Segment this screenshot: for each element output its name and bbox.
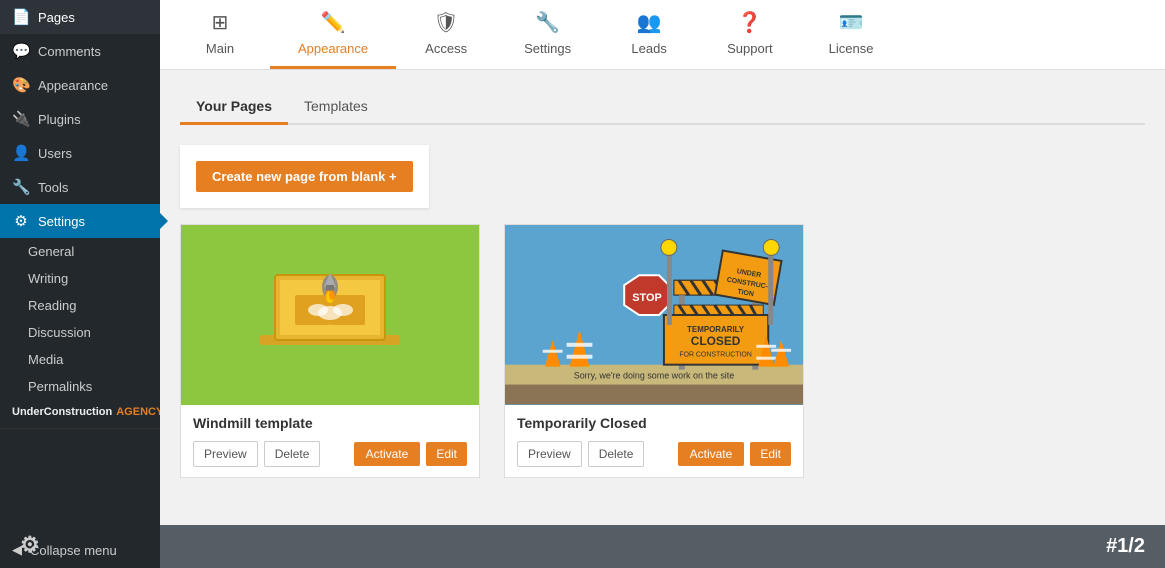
sidebar-item-label: Comments bbox=[38, 44, 101, 59]
sidebar-item-label: Users bbox=[38, 146, 72, 161]
sidebar-item-comments[interactable]: 💬 Comments bbox=[0, 34, 160, 68]
leads-tab-icon: 👥 bbox=[637, 10, 662, 35]
windmill-svg bbox=[230, 235, 430, 395]
windmill-thumbnail-bg bbox=[181, 225, 479, 405]
sidebar-divider bbox=[0, 428, 160, 429]
content-area: Your Pages Templates Create new page fro… bbox=[160, 70, 1165, 525]
svg-text:STOP: STOP bbox=[632, 292, 662, 304]
tab-templates[interactable]: Templates bbox=[288, 90, 384, 125]
pagination-label: #1/2 bbox=[1106, 535, 1145, 558]
tab-appearance-label: Appearance bbox=[298, 41, 368, 56]
template-card-temporarily-closed: Sorry, we're doing some work on the site bbox=[504, 224, 804, 478]
sidebar-item-pages[interactable]: 📄 Pages bbox=[0, 0, 160, 34]
comments-icon: 💬 bbox=[12, 42, 30, 60]
sidebar-item-plugins[interactable]: 🔌 Plugins bbox=[0, 102, 160, 136]
sidebar-item-label: Pages bbox=[38, 10, 75, 25]
preview-button-windmill[interactable]: Preview bbox=[193, 441, 258, 467]
plugins-icon: 🔌 bbox=[12, 110, 30, 128]
tab-support[interactable]: ❓ Support bbox=[699, 0, 801, 69]
settings-icon: ⚙ bbox=[12, 212, 30, 230]
delete-button-construction[interactable]: Delete bbox=[588, 441, 645, 467]
tab-your-pages[interactable]: Your Pages bbox=[180, 90, 288, 125]
support-tab-icon: ❓ bbox=[737, 10, 762, 35]
create-new-page-button[interactable]: Create new page from blank + bbox=[196, 161, 413, 192]
edit-button-windmill[interactable]: Edit bbox=[426, 442, 467, 466]
templates-grid: Windmill template Preview Delete Activat… bbox=[180, 224, 1145, 478]
page-tabs: Your Pages Templates bbox=[180, 90, 1145, 125]
sidebar-item-label: Settings bbox=[38, 214, 85, 229]
delete-button-windmill[interactable]: Delete bbox=[264, 441, 321, 467]
tab-settings-label: Settings bbox=[524, 41, 571, 56]
sidebar-item-users[interactable]: 👤 Users bbox=[0, 136, 160, 170]
tab-appearance[interactable]: ✏️ Appearance bbox=[270, 0, 396, 69]
appearance-tab-icon: ✏️ bbox=[321, 10, 346, 35]
template-actions-windmill: Preview Delete Activate Edit bbox=[193, 441, 467, 467]
tab-main[interactable]: ⊞ Main bbox=[170, 0, 270, 69]
template-name-construction: Temporarily Closed bbox=[517, 415, 791, 431]
footer: ⚙ #1/2 bbox=[160, 525, 1165, 568]
sidebar-sub-permalinks[interactable]: Permalinks bbox=[0, 373, 160, 400]
sidebar-item-label: Appearance bbox=[38, 78, 108, 93]
collapse-label: Collapse menu bbox=[30, 543, 117, 558]
users-icon: 👤 bbox=[12, 144, 30, 162]
svg-text:TEMPORARILY: TEMPORARILY bbox=[687, 325, 745, 334]
tab-main-label: Main bbox=[206, 41, 234, 56]
underconstruction-brand[interactable]: UnderConstruction AGENCY bbox=[0, 400, 160, 424]
preview-button-construction[interactable]: Preview bbox=[517, 441, 582, 467]
license-tab-icon: 🪪 bbox=[839, 10, 864, 35]
tab-leads[interactable]: 👥 Leads bbox=[599, 0, 699, 69]
template-info-windmill: Windmill template Preview Delete Activat… bbox=[181, 405, 479, 477]
underconstruction-name: UnderConstruction bbox=[12, 406, 112, 418]
tab-access-label: Access bbox=[425, 41, 467, 56]
sidebar-item-settings[interactable]: ⚙ Settings bbox=[0, 204, 160, 238]
svg-text:FOR CONSTRUCTION: FOR CONSTRUCTION bbox=[679, 352, 751, 359]
template-thumbnail-windmill bbox=[181, 225, 479, 405]
activate-button-windmill[interactable]: Activate bbox=[354, 442, 421, 466]
tools-icon: 🔧 bbox=[12, 178, 30, 196]
sidebar-item-label: Plugins bbox=[38, 112, 81, 127]
tab-license-label: License bbox=[829, 41, 874, 56]
settings-tab-icon: 🔧 bbox=[535, 10, 560, 35]
sidebar-item-label: Tools bbox=[38, 180, 68, 195]
svg-text:CLOSED: CLOSED bbox=[691, 334, 741, 348]
template-card-windmill: Windmill template Preview Delete Activat… bbox=[180, 224, 480, 478]
sidebar-sub-menu: General Writing Reading Discussion Media… bbox=[0, 238, 160, 400]
template-actions-construction: Preview Delete Activate Edit bbox=[517, 441, 791, 467]
sidebar-item-appearance[interactable]: 🎨 Appearance bbox=[0, 68, 160, 102]
construction-svg: Sorry, we're doing some work on the site bbox=[505, 225, 803, 405]
access-tab-icon: 🛡 bbox=[433, 10, 458, 35]
sidebar-item-tools[interactable]: 🔧 Tools bbox=[0, 170, 160, 204]
pages-icon: 📄 bbox=[12, 8, 30, 26]
activate-button-construction[interactable]: Activate bbox=[678, 442, 745, 466]
tab-access[interactable]: 🛡 Access bbox=[396, 0, 496, 69]
plugin-nav: ⊞ Main ✏️ Appearance 🛡 Access 🔧 Settings… bbox=[160, 0, 1165, 70]
sidebar-sub-general[interactable]: General bbox=[0, 238, 160, 265]
create-page-area: Create new page from blank + bbox=[180, 145, 429, 208]
appearance-icon: 🎨 bbox=[12, 76, 30, 94]
sidebar-sub-media[interactable]: Media bbox=[0, 346, 160, 373]
main-tab-icon: ⊞ bbox=[212, 10, 229, 35]
agency-badge: AGENCY bbox=[116, 406, 163, 418]
svg-text:Sorry, we're doing some work o: Sorry, we're doing some work on the site bbox=[574, 371, 735, 381]
sidebar-sub-reading[interactable]: Reading bbox=[0, 292, 160, 319]
sidebar: 📄 Pages 💬 Comments 🎨 Appearance 🔌 Plugin… bbox=[0, 0, 160, 568]
tab-license[interactable]: 🪪 License bbox=[801, 0, 902, 69]
construction-thumbnail-bg: Sorry, we're doing some work on the site bbox=[505, 225, 803, 405]
template-name-windmill: Windmill template bbox=[193, 415, 467, 431]
template-info-construction: Temporarily Closed Preview Delete Activa… bbox=[505, 405, 803, 477]
sidebar-sub-writing[interactable]: Writing bbox=[0, 265, 160, 292]
sidebar-sub-discussion[interactable]: Discussion bbox=[0, 319, 160, 346]
main-content: ⊞ Main ✏️ Appearance 🛡 Access 🔧 Settings… bbox=[160, 0, 1165, 568]
edit-button-construction[interactable]: Edit bbox=[750, 442, 791, 466]
template-thumbnail-construction: Sorry, we're doing some work on the site bbox=[505, 225, 803, 405]
tab-settings[interactable]: 🔧 Settings bbox=[496, 0, 599, 69]
tab-leads-label: Leads bbox=[631, 41, 666, 56]
tab-support-label: Support bbox=[727, 41, 773, 56]
